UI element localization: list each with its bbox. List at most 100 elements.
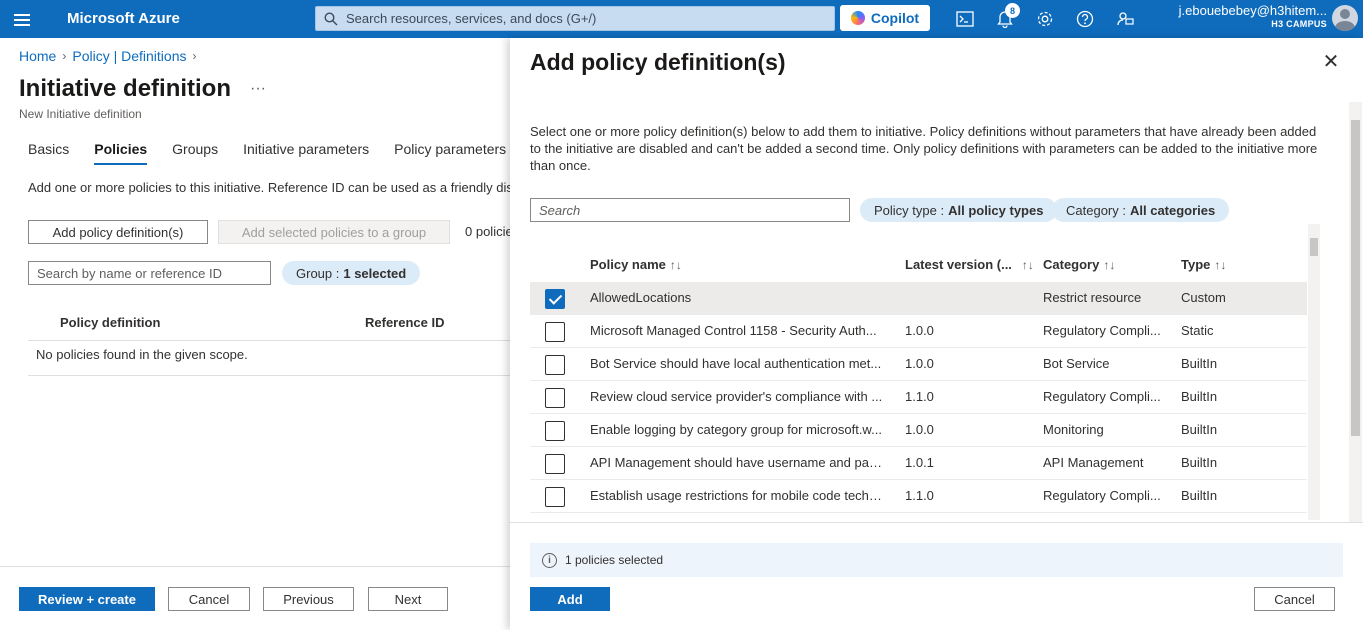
row-checkbox[interactable] bbox=[545, 487, 565, 507]
sort-icon: ↑↓ bbox=[669, 258, 682, 272]
category-filter-pill[interactable]: Category : All categories bbox=[1052, 198, 1230, 222]
policies-grid-header: Policy name ↑↓ Latest version (... ↑↓ Cate… bbox=[530, 242, 1307, 282]
type-cell: BuiltIn bbox=[1181, 455, 1218, 470]
global-search-placeholder: Search resources, services, and docs (G+… bbox=[346, 11, 597, 26]
feedback-icon[interactable] bbox=[1115, 9, 1135, 29]
row-checkbox[interactable] bbox=[545, 322, 565, 342]
column-latest-version[interactable]: Latest version (... ↑↓ bbox=[905, 257, 1034, 272]
policy-name-cell: AllowedLocations bbox=[590, 290, 692, 305]
version-cell: 1.1.0 bbox=[905, 389, 934, 404]
tab-policy-parameters[interactable]: Policy parameters bbox=[394, 141, 506, 165]
page-subtitle: New Initiative definition bbox=[19, 107, 142, 121]
category-cell: Monitoring bbox=[1043, 422, 1104, 437]
more-options-icon[interactable]: ··· bbox=[250, 80, 266, 98]
grid-scrollbar[interactable] bbox=[1308, 224, 1320, 520]
menu-icon[interactable] bbox=[12, 11, 32, 27]
breadcrumb-policy-definitions[interactable]: Policy | Definitions bbox=[72, 48, 186, 64]
version-cell: 1.0.0 bbox=[905, 323, 934, 338]
row-checkbox[interactable] bbox=[545, 421, 565, 441]
grid-scrollbar-thumb[interactable] bbox=[1310, 238, 1318, 256]
type-cell: BuiltIn bbox=[1181, 389, 1218, 404]
user-account[interactable]: j.ebouebebey@h3hitem... H3 CAMPUS bbox=[1178, 3, 1327, 29]
type-cell: BuiltIn bbox=[1181, 356, 1218, 371]
column-reference-id: Reference ID bbox=[365, 315, 445, 330]
category-cell: Regulatory Compli... bbox=[1043, 389, 1161, 404]
column-policy-definition: Policy definition bbox=[60, 315, 161, 330]
policy-type-value: All policy types bbox=[948, 202, 1044, 218]
cloud-shell-icon[interactable] bbox=[955, 9, 975, 29]
column-type[interactable]: Type ↑↓ bbox=[1181, 257, 1226, 272]
panel-search-input[interactable]: Search bbox=[530, 198, 850, 222]
next-button[interactable]: Next bbox=[368, 587, 448, 611]
add-policy-definitions-button[interactable]: Add policy definition(s) bbox=[28, 220, 208, 244]
row-checkbox[interactable] bbox=[545, 388, 565, 408]
breadcrumb-home[interactable]: Home bbox=[19, 48, 56, 64]
policy-filter-input[interactable]: Search by name or reference ID bbox=[28, 261, 271, 285]
table-row[interactable]: AllowedLocations Restrict resource Custo… bbox=[530, 282, 1307, 315]
panel-cancel-button[interactable]: Cancel bbox=[1254, 587, 1335, 611]
table-row[interactable]: Microsoft Managed Control 1158 - Securit… bbox=[530, 315, 1307, 348]
table-row[interactable]: Enable logging by category group for mic… bbox=[530, 414, 1307, 447]
group-filter-pill[interactable]: Group : 1 selected bbox=[282, 261, 421, 285]
category-cell: Regulatory Compli... bbox=[1043, 323, 1161, 338]
global-search-input[interactable]: Search resources, services, and docs (G+… bbox=[315, 6, 835, 31]
tab-policies[interactable]: Policies bbox=[94, 141, 148, 165]
notifications-count-badge: 8 bbox=[1005, 3, 1020, 18]
avatar[interactable] bbox=[1332, 5, 1358, 31]
close-icon[interactable]: ✕ bbox=[1321, 52, 1341, 72]
previous-button[interactable]: Previous bbox=[263, 587, 354, 611]
group-filter-label: Group : bbox=[296, 265, 340, 281]
chevron-right-icon: › bbox=[192, 49, 197, 63]
column-category[interactable]: Category ↑↓ bbox=[1043, 257, 1115, 272]
type-cell: BuiltIn bbox=[1181, 422, 1218, 437]
brand-title[interactable]: Microsoft Azure bbox=[67, 10, 180, 27]
policy-type-filter-pill[interactable]: Policy type : All policy types bbox=[860, 198, 1058, 222]
version-cell: 1.0.0 bbox=[905, 422, 934, 437]
table-row[interactable]: Review cloud service provider's complian… bbox=[530, 381, 1307, 414]
footer-divider bbox=[0, 566, 510, 567]
category-cell: Regulatory Compli... bbox=[1043, 488, 1161, 503]
table-row[interactable]: Establish usage restrictions for mobile … bbox=[530, 480, 1307, 513]
policies-grid: AllowedLocations Restrict resource Custo… bbox=[530, 282, 1307, 520]
table-row[interactable]: Bot Service should have local authentica… bbox=[530, 348, 1307, 381]
policy-name-cell: Bot Service should have local authentica… bbox=[590, 356, 882, 371]
policy-name-cell: Establish usage restrictions for mobile … bbox=[590, 488, 885, 503]
panel-scrollbar[interactable] bbox=[1349, 102, 1362, 522]
review-create-button[interactable]: Review + create bbox=[19, 587, 155, 611]
category-label: Category : bbox=[1066, 202, 1126, 218]
tab-initiative-parameters[interactable]: Initiative parameters bbox=[243, 141, 369, 165]
copilot-button[interactable]: Copilot bbox=[840, 5, 930, 31]
category-cell: Restrict resource bbox=[1043, 290, 1142, 305]
empty-state-text: No policies found in the given scope. bbox=[28, 341, 510, 376]
user-name: j.ebouebebey@h3hitem... bbox=[1178, 3, 1327, 18]
version-cell: 1.0.0 bbox=[905, 356, 934, 371]
type-cell: Custom bbox=[1181, 290, 1226, 305]
chevron-right-icon: › bbox=[62, 49, 67, 63]
category-cell: API Management bbox=[1043, 455, 1144, 470]
add-button[interactable]: Add bbox=[530, 587, 610, 611]
panel-title: Add policy definition(s) bbox=[530, 49, 786, 75]
policy-name-cell: Enable logging by category group for mic… bbox=[590, 422, 882, 437]
settings-gear-icon[interactable] bbox=[1035, 9, 1055, 29]
panel-scrollbar-thumb[interactable] bbox=[1351, 120, 1360, 436]
row-checkbox[interactable] bbox=[545, 355, 565, 375]
user-org: H3 CAMPUS bbox=[1271, 18, 1327, 29]
tab-groups[interactable]: Groups bbox=[172, 141, 218, 165]
tab-basics[interactable]: Basics bbox=[28, 141, 69, 165]
table-row[interactable]: API Management should have username and … bbox=[530, 447, 1307, 480]
category-cell: Bot Service bbox=[1043, 356, 1110, 371]
policies-table-header: Policy definition Reference ID bbox=[28, 305, 510, 341]
column-policy-name[interactable]: Policy name ↑↓ bbox=[590, 257, 682, 272]
row-checkbox[interactable] bbox=[545, 454, 565, 474]
selection-info-text: 1 policies selected bbox=[565, 553, 664, 567]
add-to-group-button[interactable]: Add selected policies to a group bbox=[218, 220, 450, 244]
version-cell: 1.0.1 bbox=[905, 455, 934, 470]
cancel-button[interactable]: Cancel bbox=[168, 587, 250, 611]
copilot-icon bbox=[850, 11, 865, 25]
row-checkbox[interactable] bbox=[545, 289, 565, 309]
help-icon[interactable] bbox=[1075, 9, 1095, 29]
table-row[interactable] bbox=[530, 513, 1307, 520]
type-cell: BuiltIn bbox=[1181, 488, 1218, 503]
add-policy-panel: Add policy definition(s) ✕ Select one or… bbox=[510, 38, 1363, 630]
panel-description: Select one or more policy definition(s) … bbox=[530, 124, 1318, 173]
